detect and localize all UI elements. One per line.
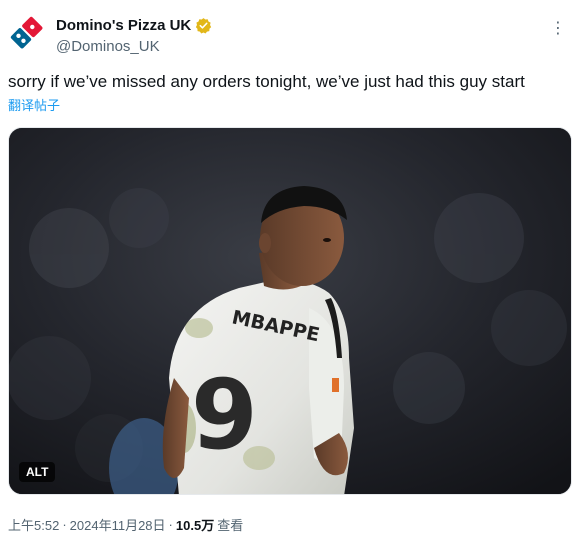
post-date[interactable]: 2024年11月28日 <box>70 515 166 534</box>
views-count: 10.5万 <box>175 518 215 533</box>
post-time[interactable]: 上午5:52 <box>8 515 59 534</box>
meta-separator: · <box>62 517 67 532</box>
tweet-photo[interactable]: MBAPPE 9 ALT <box>8 127 572 495</box>
player-photo-illustration: MBAPPE 9 <box>9 128 571 494</box>
tweet-meta: 上午5:52 · 2024年11月28日 · 10.5万 查看 <box>8 515 243 534</box>
more-dots-icon[interactable]: ⋮ <box>550 18 567 38</box>
tweet-text: sorry if we’ve missed any orders tonight… <box>8 72 525 91</box>
alt-text-badge[interactable]: ALT <box>19 462 56 482</box>
meta-separator: · <box>168 517 173 532</box>
jersey-number-text: 9 <box>191 359 258 471</box>
display-name[interactable]: Domino's Pizza UK <box>56 17 191 34</box>
account-handle[interactable]: @Dominos_UK <box>56 38 212 55</box>
tweet-header: Domino's Pizza UK @Dominos_UK <box>56 15 212 55</box>
verified-badge-icon <box>195 17 212 34</box>
views-label: 查看 <box>217 518 244 533</box>
name-row: Domino's Pizza UK <box>56 15 212 35</box>
translate-post-link[interactable]: 翻译帖子 <box>8 95 60 114</box>
dominos-logo-icon[interactable] <box>8 14 46 52</box>
tweet-card: Domino's Pizza UK @Dominos_UK ⋮ sorry if… <box>0 0 581 545</box>
